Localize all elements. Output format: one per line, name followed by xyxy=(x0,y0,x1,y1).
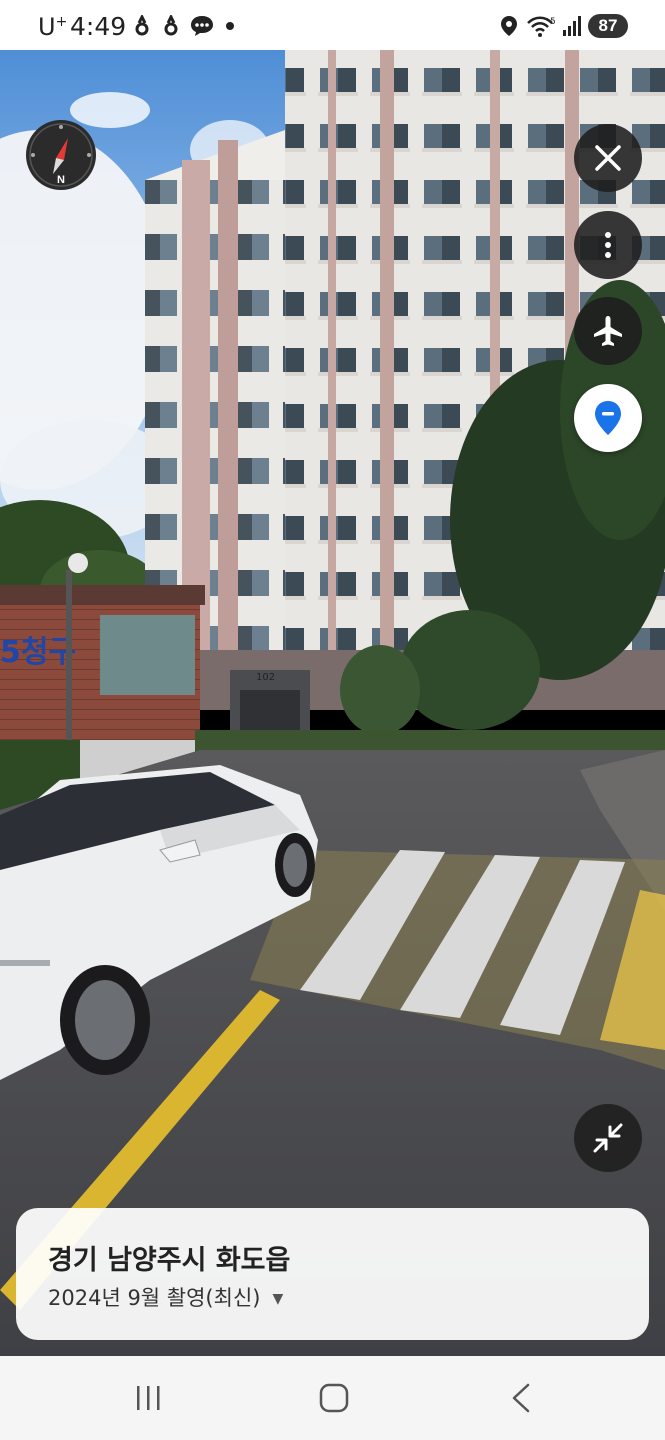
notification-icon xyxy=(164,15,178,36)
office-sign: 5청구 xyxy=(0,635,76,670)
close-button[interactable] xyxy=(574,124,642,192)
back-icon xyxy=(512,1383,530,1413)
compass-icon[interactable]: N xyxy=(26,120,96,190)
street-view-image: 102 5청구 xyxy=(0,50,665,1356)
location-pin-icon xyxy=(595,401,621,435)
street-view-panorama[interactable]: 102 5청구 xyxy=(0,50,665,1356)
navigation-bar xyxy=(0,1356,665,1440)
message-icon xyxy=(191,16,213,36)
location-pin-button[interactable] xyxy=(574,384,642,452)
back-button[interactable] xyxy=(476,1356,566,1440)
wifi-icon: 5 xyxy=(527,16,556,37)
carrier-label: U+ xyxy=(38,13,68,41)
dot-icon xyxy=(226,22,234,30)
home-button[interactable] xyxy=(289,1356,379,1440)
flight-view-button[interactable] xyxy=(574,297,642,365)
more-options-button[interactable] xyxy=(574,211,642,279)
capture-date-label: 2024년 9월 촬영(최신) xyxy=(48,1286,261,1310)
building-number: 102 xyxy=(256,672,275,683)
recent-apps-button[interactable] xyxy=(104,1356,194,1440)
location-info-card[interactable]: 경기 남양주시 화도읍 2024년 9월 촬영(최신) ▼ xyxy=(16,1208,649,1340)
battery-indicator: 87 xyxy=(588,14,628,38)
minimize-button[interactable] xyxy=(574,1104,642,1172)
notification-icon xyxy=(135,15,149,36)
compass-label: N xyxy=(57,174,65,186)
capture-date-selector[interactable]: 2024년 9월 촬영(최신) ▼ xyxy=(48,1282,283,1312)
dropdown-arrow-icon: ▼ xyxy=(272,1291,284,1307)
home-icon xyxy=(319,1383,349,1413)
airplane-icon xyxy=(594,316,622,346)
status-bar: U+ 4:49 5 87 xyxy=(0,0,665,50)
location-icon xyxy=(501,16,517,36)
network-label: 5 xyxy=(550,17,556,27)
more-vertical-icon xyxy=(605,232,611,258)
clock: 4:49 xyxy=(70,12,127,41)
recent-apps-icon xyxy=(137,1386,160,1410)
minimize-icon xyxy=(593,1123,623,1153)
signal-icon xyxy=(563,16,581,36)
location-title: 경기 남양주시 화도읍 xyxy=(48,1245,291,1276)
close-icon xyxy=(595,145,621,171)
